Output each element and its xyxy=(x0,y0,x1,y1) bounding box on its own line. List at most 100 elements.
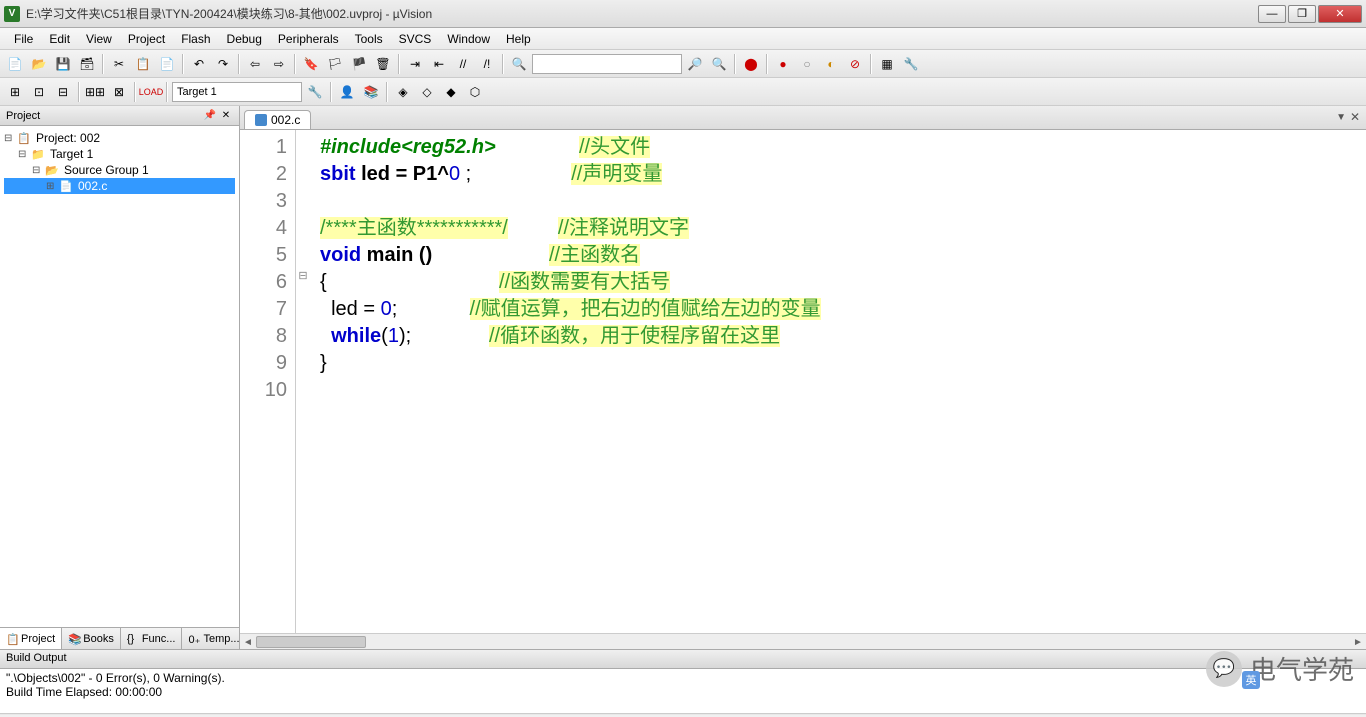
tool4-icon[interactable]: ⬡ xyxy=(464,81,486,103)
incremental-find-icon[interactable]: 🔍 xyxy=(708,53,730,75)
tree-file[interactable]: ⊞📄002.c xyxy=(4,178,235,194)
redo-icon[interactable]: ↷ xyxy=(212,53,234,75)
close-button[interactable]: ✕ xyxy=(1318,5,1362,23)
file-icon xyxy=(255,114,267,126)
find-icon[interactable]: 🔎 xyxy=(684,53,706,75)
debug-icon[interactable]: ⬤ xyxy=(740,53,762,75)
outdent-icon[interactable]: ⇤ xyxy=(428,53,450,75)
stop-build-icon[interactable]: ⊠ xyxy=(108,81,130,103)
open-file-icon[interactable]: 📂 xyxy=(28,53,50,75)
panel-close-icon[interactable]: ✕ xyxy=(219,109,233,123)
scroll-right-icon[interactable]: ► xyxy=(1350,634,1366,650)
indent-icon[interactable]: ⇥ xyxy=(404,53,426,75)
editor-tab-active[interactable]: 002.c xyxy=(244,110,311,129)
fold-column[interactable]: ⊟ xyxy=(296,130,310,633)
cut-icon[interactable]: ✂ xyxy=(108,53,130,75)
tree-group[interactable]: ⊟📂Source Group 1 xyxy=(4,162,235,178)
menu-view[interactable]: View xyxy=(78,30,120,48)
uncomment-icon[interactable]: /! xyxy=(476,53,498,75)
line-gutter: 12345678910 xyxy=(240,130,296,633)
window-icon[interactable]: ▦ xyxy=(876,53,898,75)
titlebar: V E:\学习文件夹\C51根目录\TYN-200424\模块练习\8-其他\0… xyxy=(0,0,1366,28)
editor-tab-label: 002.c xyxy=(271,113,300,127)
editor-tabs: 002.c ▼ ✕ xyxy=(240,106,1366,130)
find-in-files-icon[interactable]: 🔍 xyxy=(508,53,530,75)
panel-tab-project[interactable]: 📋Project xyxy=(0,628,62,649)
menu-tools[interactable]: Tools xyxy=(347,30,391,48)
tool3-icon[interactable]: ◆ xyxy=(440,81,462,103)
statusbar xyxy=(0,713,1366,715)
horizontal-scrollbar[interactable]: ◄ ► xyxy=(240,633,1366,649)
save-icon[interactable]: 💾 xyxy=(52,53,74,75)
menu-debug[interactable]: Debug xyxy=(219,30,270,48)
menubar: FileEditViewProjectFlashDebugPeripherals… xyxy=(0,28,1366,50)
project-tree[interactable]: ⊟📋Project: 002 ⊟📁Target 1 ⊟📂Source Group… xyxy=(0,126,239,627)
comment-icon[interactable]: // xyxy=(452,53,474,75)
build-output-header: Build Output xyxy=(0,649,1366,669)
code-content[interactable]: #include<reg52.h> //头文件sbit led = P1^0 ;… xyxy=(310,130,1366,633)
paste-icon[interactable]: 📄 xyxy=(156,53,178,75)
panel-tab-temp[interactable]: 0₊Temp... xyxy=(182,628,246,649)
nav-back-icon[interactable]: ⇦ xyxy=(244,53,266,75)
bookmark-icon[interactable]: 🔖 xyxy=(300,53,322,75)
code-editor[interactable]: 12345678910 ⊟ #include<reg52.h> //头文件sbi… xyxy=(240,130,1366,633)
books-icon[interactable]: 📚 xyxy=(360,81,382,103)
rebuild-icon[interactable]: ⊟ xyxy=(52,81,74,103)
build-icon[interactable]: ⊡ xyxy=(28,81,50,103)
project-panel-title: Project xyxy=(6,110,40,122)
toolbar-main: 📄 📂 💾 🗃 ✂ 📋 📄 ↶ ↷ ⇦ ⇨ 🔖 🏳 🏴 🗑 ⇥ ⇤ // /! … xyxy=(0,50,1366,78)
editor-area: 002.c ▼ ✕ 12345678910 ⊟ #include<reg52.h… xyxy=(240,106,1366,649)
breakpoint-disable-icon[interactable]: ⊘ xyxy=(844,53,866,75)
nav-fwd-icon[interactable]: ⇨ xyxy=(268,53,290,75)
breakpoint-icon[interactable]: ● xyxy=(772,53,794,75)
maximize-button[interactable]: ❐ xyxy=(1288,5,1316,23)
build-line: Build Time Elapsed: 00:00:00 xyxy=(6,685,1360,699)
tab-close-icon[interactable]: ✕ xyxy=(1350,110,1360,124)
undo-icon[interactable]: ↶ xyxy=(188,53,210,75)
panel-pin-icon[interactable]: 📌 xyxy=(203,109,217,123)
configure-icon[interactable]: 🔧 xyxy=(900,53,922,75)
breakpoint-kill-icon[interactable]: ◐ xyxy=(820,53,842,75)
tree-root[interactable]: ⊟📋Project: 002 xyxy=(4,130,235,146)
tool1-icon[interactable]: ◈ xyxy=(392,81,414,103)
download-icon[interactable]: LOAD xyxy=(140,81,162,103)
window-buttons: — ❐ ✕ xyxy=(1256,5,1362,23)
project-panel-header: Project 📌 ✕ xyxy=(0,106,239,126)
bookmark-next-icon[interactable]: 🏴 xyxy=(348,53,370,75)
menu-file[interactable]: File xyxy=(6,30,41,48)
menu-svcs[interactable]: SVCS xyxy=(391,30,440,48)
minimize-button[interactable]: — xyxy=(1258,5,1286,23)
target-select[interactable] xyxy=(172,82,302,102)
tool2-icon[interactable]: ◇ xyxy=(416,81,438,103)
project-panel: Project 📌 ✕ ⊟📋Project: 002 ⊟📁Target 1 ⊟📂… xyxy=(0,106,240,649)
menu-flash[interactable]: Flash xyxy=(173,30,218,48)
main-area: Project 📌 ✕ ⊟📋Project: 002 ⊟📁Target 1 ⊟📂… xyxy=(0,106,1366,649)
menu-project[interactable]: Project xyxy=(120,30,173,48)
copy-icon[interactable]: 📋 xyxy=(132,53,154,75)
panel-tab-func[interactable]: {}Func... xyxy=(121,628,183,649)
menu-window[interactable]: Window xyxy=(439,30,498,48)
find-combo[interactable] xyxy=(532,54,682,74)
new-file-icon[interactable]: 📄 xyxy=(4,53,26,75)
toolbar-build: ⊞ ⊡ ⊟ ⊞⊞ ⊠ LOAD 🔧 👤 📚 ◈ ◇ ◆ ⬡ xyxy=(0,78,1366,106)
build-output[interactable]: ".\Objects\002" - 0 Error(s), 0 Warning(… xyxy=(0,669,1366,713)
batch-build-icon[interactable]: ⊞⊞ xyxy=(84,81,106,103)
menu-help[interactable]: Help xyxy=(498,30,539,48)
menu-edit[interactable]: Edit xyxy=(41,30,78,48)
build-line: ".\Objects\002" - 0 Error(s), 0 Warning(… xyxy=(6,671,1360,685)
project-panel-tabs: 📋Project📚Books{}Func...0₊Temp... xyxy=(0,627,239,649)
bookmark-clear-icon[interactable]: 🗑 xyxy=(372,53,394,75)
save-all-icon[interactable]: 🗃 xyxy=(76,53,98,75)
window-title: E:\学习文件夹\C51根目录\TYN-200424\模块练习\8-其他\002… xyxy=(26,5,1256,22)
tabs-dropdown-icon[interactable]: ▼ xyxy=(1336,112,1346,123)
target-options-icon[interactable]: 🔧 xyxy=(304,81,326,103)
breakpoint-all-icon[interactable]: ○ xyxy=(796,53,818,75)
scroll-left-icon[interactable]: ◄ xyxy=(240,634,256,650)
tree-target[interactable]: ⊟📁Target 1 xyxy=(4,146,235,162)
panel-tab-books[interactable]: 📚Books xyxy=(62,628,121,649)
bookmark-prev-icon[interactable]: 🏳 xyxy=(324,53,346,75)
scroll-thumb[interactable] xyxy=(256,636,366,648)
menu-peripherals[interactable]: Peripherals xyxy=(270,30,347,48)
translate-icon[interactable]: ⊞ xyxy=(4,81,26,103)
manage-icon[interactable]: 👤 xyxy=(336,81,358,103)
